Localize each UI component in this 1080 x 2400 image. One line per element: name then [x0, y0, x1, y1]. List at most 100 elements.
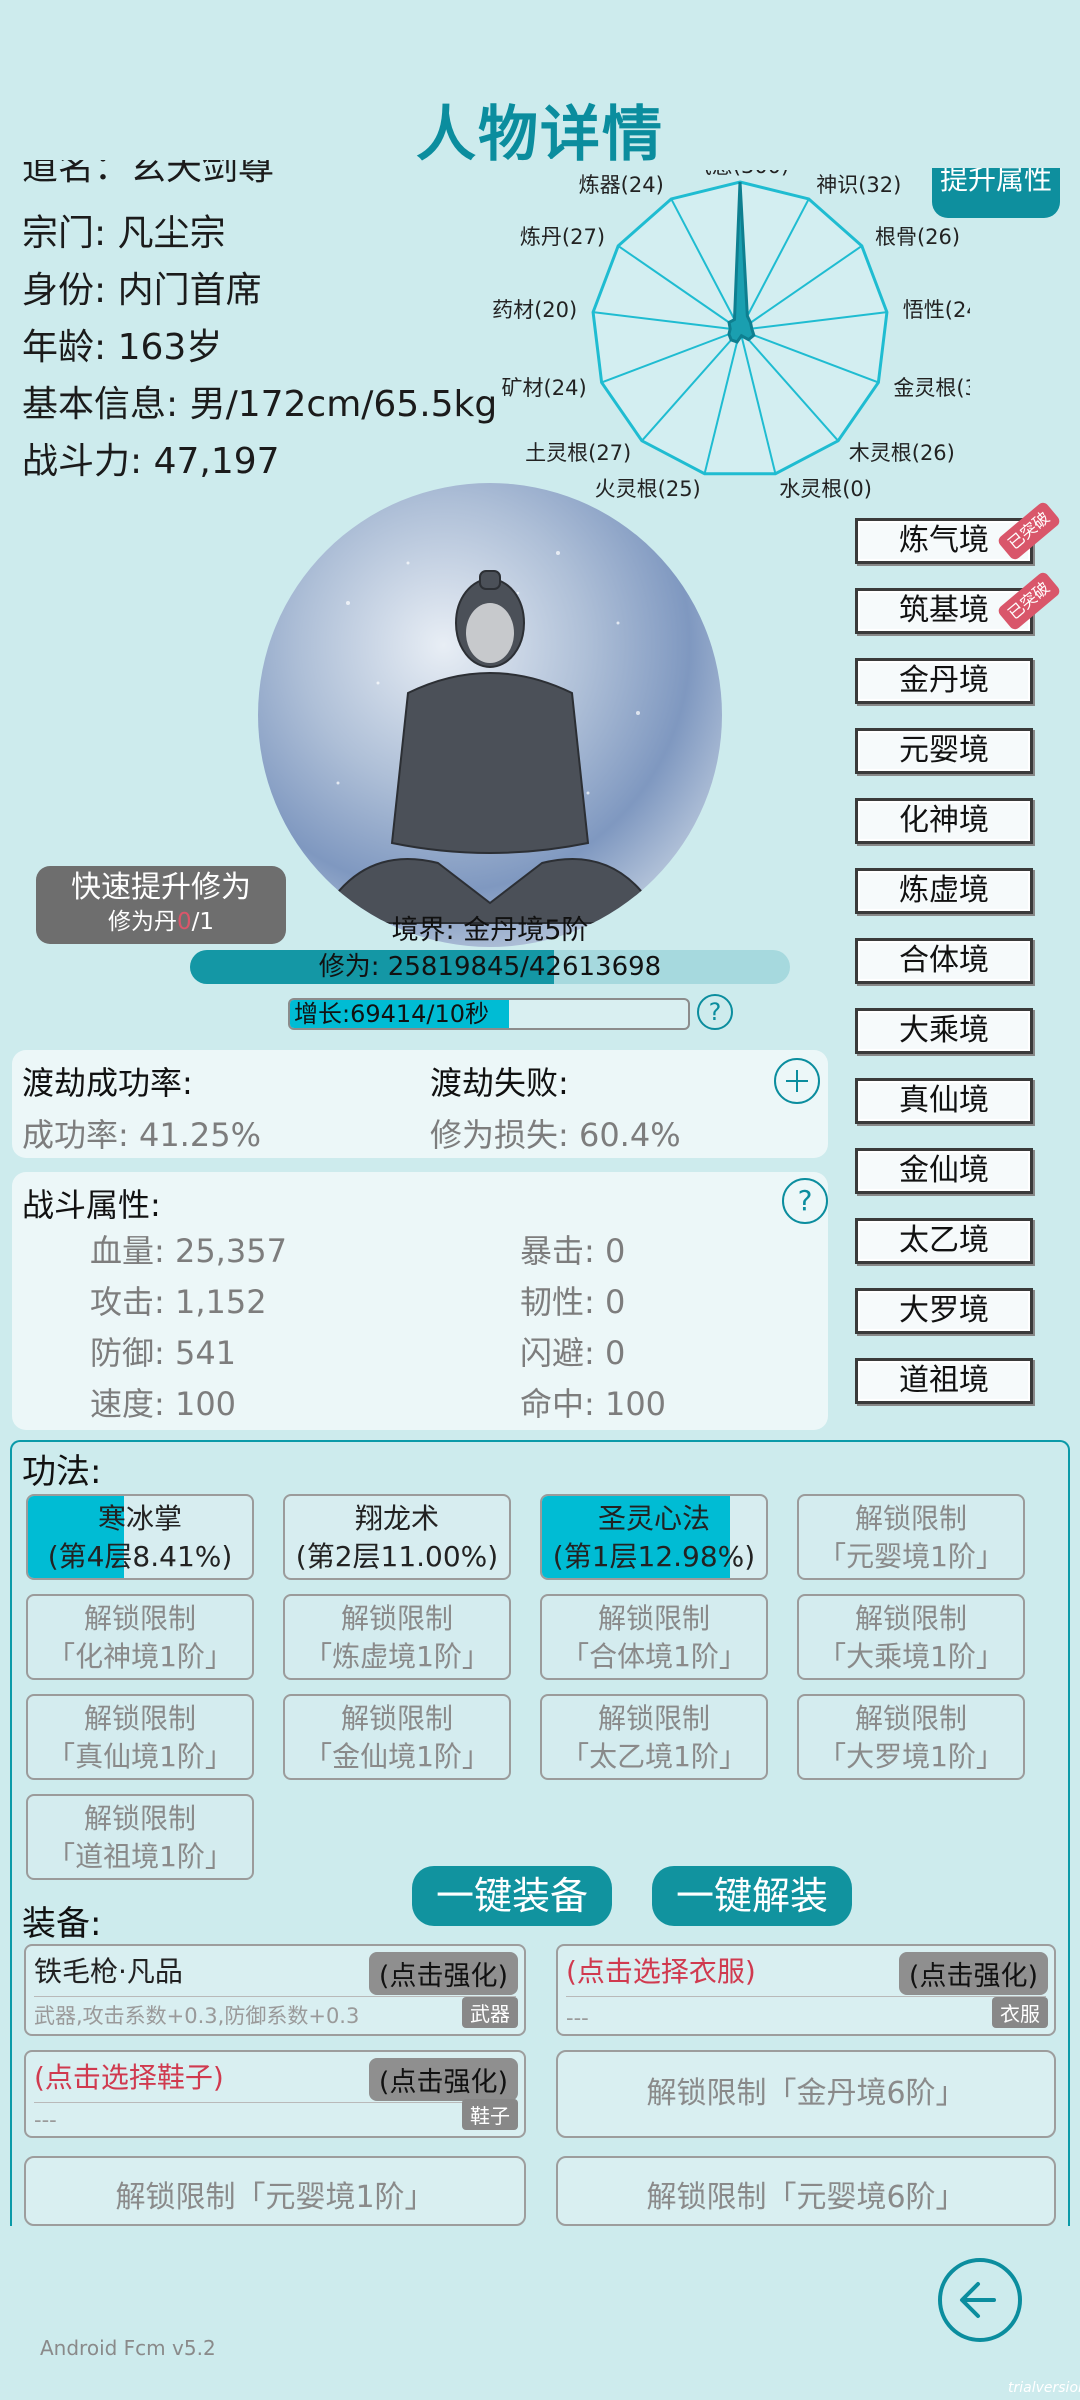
back-arrow-icon[interactable]	[938, 2258, 1022, 2342]
skill-level: (第1层12.98%)	[552, 1540, 756, 1573]
tribulation-success-label: 渡劫成功率:	[22, 1064, 193, 1102]
radar-label: 木灵根(26)	[849, 441, 955, 465]
skill-level: 「真仙境1阶」	[47, 1740, 233, 1773]
info-sect: 宗门: 凡尘宗	[22, 213, 226, 254]
realm-label: 元婴境	[899, 733, 989, 768]
realm-button[interactable]: 炼气境 已突破	[855, 500, 1062, 564]
realm-label: 大乘境	[899, 1013, 989, 1048]
locked-equipment-slot: 解锁限制「元婴境6阶」	[556, 2156, 1056, 2226]
unequip-all-button[interactable]: 一键解装	[652, 1866, 852, 1926]
skill-name: 寒冰掌	[97, 1502, 182, 1535]
combat-stat: 暴击: 0	[520, 1232, 626, 1270]
realm-label: 金丹境	[899, 663, 989, 698]
combat-stat: 速度: 100	[90, 1385, 237, 1423]
radar-label: 火灵根(25)	[595, 477, 701, 501]
realm-button[interactable]: 道祖境	[855, 1358, 1033, 1404]
equipment-slot-clothes[interactable]: (点击选择衣服) (点击强化) --- 衣服	[556, 1944, 1056, 2036]
combat-stat: 血量: 25,357	[90, 1232, 287, 1270]
quick-boost-button[interactable]: 快速提升修为 修为丹0/1	[36, 866, 286, 944]
equipment-name: (点击选择衣服)	[566, 1955, 756, 1988]
equipment-tag: 武器	[462, 1997, 518, 2028]
combat-stat: 闪避: 0	[520, 1334, 626, 1372]
realm-button[interactable]: 元婴境	[855, 728, 1033, 774]
realm-label: 炼气境	[899, 523, 989, 558]
realm-badge: 已突破	[996, 570, 1062, 632]
skill-name: 解锁限制	[854, 1602, 967, 1635]
combat-title: 战斗属性:	[22, 1186, 161, 1224]
skill-name: 解锁限制	[83, 1602, 196, 1635]
strengthen-button[interactable]: (点击强化)	[368, 1952, 518, 1995]
realm-button[interactable]: 大罗境	[855, 1288, 1033, 1334]
skill-name: 解锁限制	[83, 1702, 196, 1735]
add-plus-icon[interactable]	[774, 1058, 820, 1104]
skill-level: (第2层11.00%)	[295, 1540, 499, 1573]
skill-name: 解锁限制	[597, 1702, 710, 1735]
equipment-name: 铁毛枪·凡品	[34, 1955, 183, 1988]
skill-card[interactable]: 翔龙术 (第2层11.00%)	[283, 1494, 511, 1580]
radar-label: 悟性(24)	[903, 298, 970, 322]
skill-name: 圣灵心法	[597, 1502, 710, 1535]
realm-label: 金仙境	[899, 1153, 989, 1188]
skill-card[interactable]: 圣灵心法 (第1层12.98%)	[540, 1494, 768, 1580]
realm-button[interactable]: 金仙境	[855, 1148, 1033, 1194]
growth-help-icon[interactable]: ?	[697, 994, 733, 1030]
realm-button[interactable]: 炼虚境	[855, 868, 1033, 914]
realm-status: 境界: 金丹境5阶	[391, 915, 589, 946]
growth-bar: 增长:69414/10秒	[288, 998, 690, 1030]
radar-label: 矿材(24)	[502, 376, 587, 400]
realm-button[interactable]: 化神境	[855, 798, 1033, 844]
skill-name: 解锁限制	[854, 1502, 967, 1535]
character-avatar	[258, 483, 722, 947]
skills-title: 功法:	[22, 1452, 102, 1492]
equipment-name: (点击选择鞋子)	[34, 2061, 224, 2094]
strengthen-button[interactable]: (点击强化)	[368, 2058, 518, 2101]
skill-level: 「元婴境1阶」	[818, 1540, 1004, 1573]
skill-name: 翔龙术	[354, 1502, 439, 1535]
pill-count: 修为丹0/1	[107, 909, 215, 935]
info-age: 年龄: 163岁	[22, 327, 223, 368]
combat-stat: 命中: 100	[520, 1385, 667, 1423]
locked-skill-slot: 解锁限制 「炼虚境1阶」	[283, 1594, 511, 1680]
skill-level: 「合体境1阶」	[561, 1640, 747, 1673]
quick-boost-label: 快速提升修为	[71, 870, 251, 905]
locked-skill-slot: 解锁限制「道祖境1阶」	[26, 1794, 254, 1880]
skill-name: 解锁限制	[83, 1802, 196, 1835]
radar-label: 炼丹(27)	[520, 225, 605, 249]
equipment-slot-weapon[interactable]: 铁毛枪·凡品 (点击强化) 武器,攻击系数+0.3,防御系数+0.3 武器	[24, 1944, 526, 2036]
realm-button[interactable]: 金丹境	[855, 658, 1033, 704]
realm-label: 合体境	[899, 943, 989, 978]
realm-label: 真仙境	[899, 1083, 989, 1118]
realm-button[interactable]: 大乘境	[855, 1008, 1033, 1054]
skill-card[interactable]: 寒冰掌 (第4层8.41%)	[26, 1494, 254, 1580]
radar-label: 神识(32)	[816, 173, 901, 197]
equipment-tag: 衣服	[992, 1997, 1048, 2028]
combat-help-icon[interactable]: ?	[782, 1178, 828, 1224]
equipment-desc: ---	[566, 2006, 589, 2030]
realm-label: 太乙境	[899, 1223, 989, 1258]
skill-level: 「大罗境1阶」	[818, 1740, 1004, 1773]
skill-name: 解锁限制	[854, 1702, 967, 1735]
locked-skill-slot: 解锁限制 「金仙境1阶」	[283, 1694, 511, 1780]
realm-button[interactable]: 太乙境	[855, 1218, 1033, 1264]
combat-stat: 韧性: 0	[520, 1283, 626, 1321]
locked-skill-slot: 解锁限制 「太乙境1阶」	[540, 1694, 768, 1780]
skill-level: 「化神境1阶」	[47, 1640, 233, 1673]
equipment-desc: 武器,攻击系数+0.3,防御系数+0.3	[34, 2004, 360, 2028]
realm-button[interactable]: 真仙境	[855, 1078, 1033, 1124]
equip-all-button[interactable]: 一键装备	[412, 1866, 612, 1926]
version-text: Android Fcm v5.2	[40, 2336, 216, 2360]
skill-level: 「道祖境1阶」	[47, 1840, 233, 1873]
equipment-slot-shoes[interactable]: (点击选择鞋子) (点击强化) --- 鞋子	[24, 2050, 526, 2138]
realm-label: 化神境	[899, 803, 989, 838]
skill-level: (第4层8.41%)	[47, 1540, 233, 1573]
info-cut-line: 道名：玄天剑尊	[22, 160, 275, 188]
locked-skill-slot: 解锁限制「大罗境1阶」	[797, 1694, 1025, 1780]
equipment-tag: 鞋子	[462, 2099, 518, 2130]
realm-button[interactable]: 筑基境 已突破	[855, 570, 1062, 634]
strengthen-button[interactable]: (点击强化)	[898, 1952, 1048, 1995]
combat-stat: 攻击: 1,152	[90, 1283, 267, 1321]
locked-equipment-slot: 解锁限制「元婴境1阶」	[24, 2156, 526, 2226]
realm-button[interactable]: 合体境	[855, 938, 1033, 984]
skill-name: 解锁限制	[597, 1602, 710, 1635]
realm-badge: 已突破	[996, 500, 1062, 562]
